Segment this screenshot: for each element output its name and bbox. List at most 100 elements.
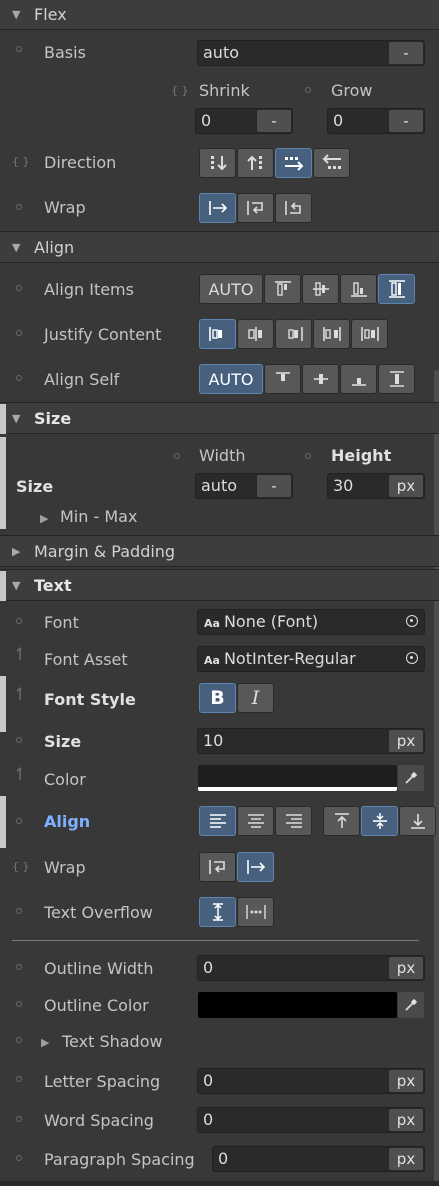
- align-items-auto-button[interactable]: AUTO: [199, 274, 263, 304]
- wrap-icon: [246, 201, 263, 215]
- align-self-start-button[interactable]: [264, 364, 301, 394]
- text-shadow-label[interactable]: Text Shadow: [62, 1032, 163, 1051]
- expand-triangle-icon[interactable]: ▶: [41, 1036, 49, 1049]
- object-picker-icon[interactable]: [406, 615, 418, 627]
- wrap-indicator-dot[interactable]: [16, 204, 22, 210]
- letter-spacing-unit-button[interactable]: px: [389, 1070, 423, 1092]
- grow-label: Grow: [331, 81, 373, 100]
- outline-width-indicator-dot[interactable]: [16, 964, 22, 970]
- align-items-start-button[interactable]: [264, 274, 301, 304]
- word-spacing-indicator-dot[interactable]: [16, 1116, 22, 1122]
- min-max-label[interactable]: Min - Max: [60, 507, 137, 526]
- align-self-end-button[interactable]: [340, 364, 377, 394]
- justify-space-between-button[interactable]: [313, 319, 350, 349]
- scrollbar-thumb[interactable]: [434, 370, 439, 1186]
- align-items-indicator-dot[interactable]: [16, 285, 22, 291]
- section-header-size[interactable]: ▼ Size: [0, 402, 439, 434]
- align-items-stretch-button[interactable]: [378, 274, 415, 304]
- direction-column-button[interactable]: [199, 148, 236, 178]
- align-items-end-button[interactable]: [340, 274, 377, 304]
- font-object-field[interactable]: Aa None (Font): [197, 609, 425, 635]
- text-overflow-indicator-dot[interactable]: [16, 908, 22, 914]
- direction-expression-icon[interactable]: { }: [12, 155, 30, 168]
- font-size-unit-button[interactable]: px: [389, 730, 423, 752]
- wrap-expression-icon[interactable]: { }: [12, 860, 30, 873]
- modified-indicator-bar: [0, 796, 6, 848]
- nowrap-button[interactable]: [199, 193, 236, 223]
- shrink-expression-icon[interactable]: { }: [171, 84, 189, 97]
- valign-top-button[interactable]: [323, 806, 360, 836]
- text-eyedropper-button[interactable]: [398, 765, 424, 791]
- text-align-indicator-dot[interactable]: [16, 818, 22, 824]
- inherited-link-icon[interactable]: ↿: [13, 765, 27, 785]
- outline-width-input[interactable]: 0 px: [197, 955, 425, 981]
- height-unit-button[interactable]: px: [389, 475, 423, 497]
- bold-toggle-button[interactable]: B: [199, 683, 236, 713]
- paragraph-spacing-indicator-dot[interactable]: [16, 1155, 22, 1161]
- basis-input[interactable]: auto -: [197, 40, 425, 66]
- grow-input[interactable]: 0 -: [327, 108, 425, 134]
- align-left-button[interactable]: [199, 806, 236, 836]
- letter-spacing-indicator-dot[interactable]: [16, 1076, 22, 1082]
- width-clear-button[interactable]: -: [257, 475, 291, 497]
- section-header-margin-padding[interactable]: ▶ Margin & Padding: [0, 535, 439, 567]
- section-header-text[interactable]: ▼ Text: [0, 569, 439, 601]
- paragraph-spacing-input[interactable]: 0 px: [212, 1146, 425, 1172]
- wrap-reverse-button[interactable]: [275, 193, 312, 223]
- paragraph-spacing-unit-button[interactable]: px: [389, 1148, 423, 1170]
- valign-middle-button[interactable]: [361, 806, 398, 836]
- word-spacing-input[interactable]: 0 px: [197, 1107, 425, 1133]
- outline-width-unit-button[interactable]: px: [389, 957, 423, 979]
- valign-bottom-button[interactable]: [399, 806, 436, 836]
- align-self-center-button[interactable]: [302, 364, 339, 394]
- shrink-clear-button[interactable]: -: [257, 110, 291, 132]
- height-indicator-dot[interactable]: [305, 453, 311, 459]
- text-shadow-indicator-dot[interactable]: [16, 1037, 22, 1043]
- justify-center-icon: [247, 327, 262, 341]
- text-nowrap-button[interactable]: [237, 852, 274, 882]
- justify-space-around-button[interactable]: [351, 319, 388, 349]
- inherited-link-icon[interactable]: ↿: [13, 645, 27, 665]
- overflow-clip-button[interactable]: [199, 897, 236, 927]
- inherited-link-icon[interactable]: ↿: [13, 685, 27, 705]
- word-spacing-unit-button[interactable]: px: [389, 1109, 423, 1131]
- justify-center-button[interactable]: [237, 319, 274, 349]
- text-color-swatch[interactable]: [198, 765, 397, 791]
- direction-row-reverse-button[interactable]: [313, 148, 350, 178]
- direction-row-button[interactable]: [275, 148, 312, 178]
- width-input[interactable]: auto -: [195, 473, 293, 499]
- align-center-text-button[interactable]: [237, 806, 274, 836]
- align-right-button[interactable]: [275, 806, 312, 836]
- align-self-auto-button[interactable]: AUTO: [199, 364, 263, 394]
- expand-triangle-icon[interactable]: ▶: [40, 512, 48, 525]
- section-header-flex[interactable]: ▼ Flex: [0, 0, 439, 30]
- font-asset-object-field[interactable]: Aa NotInter-Regular: [197, 646, 425, 672]
- basis-indicator-dot[interactable]: [16, 46, 22, 52]
- overflow-ellipsis-button[interactable]: [237, 897, 274, 927]
- outline-eyedropper-button[interactable]: [398, 992, 424, 1018]
- section-header-align[interactable]: ▼ Align: [0, 231, 439, 263]
- outline-color-swatch[interactable]: [198, 992, 397, 1018]
- justify-start-button[interactable]: [199, 319, 236, 349]
- direction-column-reverse-button[interactable]: [237, 148, 274, 178]
- basis-clear-button[interactable]: -: [389, 42, 423, 64]
- height-input[interactable]: 30 px: [327, 473, 425, 499]
- italic-toggle-button[interactable]: I: [237, 683, 274, 713]
- letter-spacing-input[interactable]: 0 px: [197, 1068, 425, 1094]
- width-indicator-dot[interactable]: [174, 453, 180, 459]
- font-size-input[interactable]: 10 px: [197, 728, 425, 754]
- text-wrap-button[interactable]: [199, 852, 236, 882]
- grow-clear-button[interactable]: -: [389, 110, 423, 132]
- align-self-indicator-dot[interactable]: [16, 375, 22, 381]
- justify-end-button[interactable]: [275, 319, 312, 349]
- align-self-stretch-button[interactable]: [378, 364, 415, 394]
- font-size-indicator-dot[interactable]: [16, 737, 22, 743]
- outline-color-indicator-dot[interactable]: [16, 1001, 22, 1007]
- object-picker-icon[interactable]: [406, 652, 418, 664]
- grow-indicator-dot[interactable]: [305, 87, 311, 93]
- font-indicator-dot[interactable]: [16, 618, 22, 624]
- justify-content-indicator-dot[interactable]: [16, 330, 22, 336]
- shrink-input[interactable]: 0 -: [195, 108, 293, 134]
- wrap-button[interactable]: [237, 193, 274, 223]
- align-items-center-button[interactable]: [302, 274, 339, 304]
